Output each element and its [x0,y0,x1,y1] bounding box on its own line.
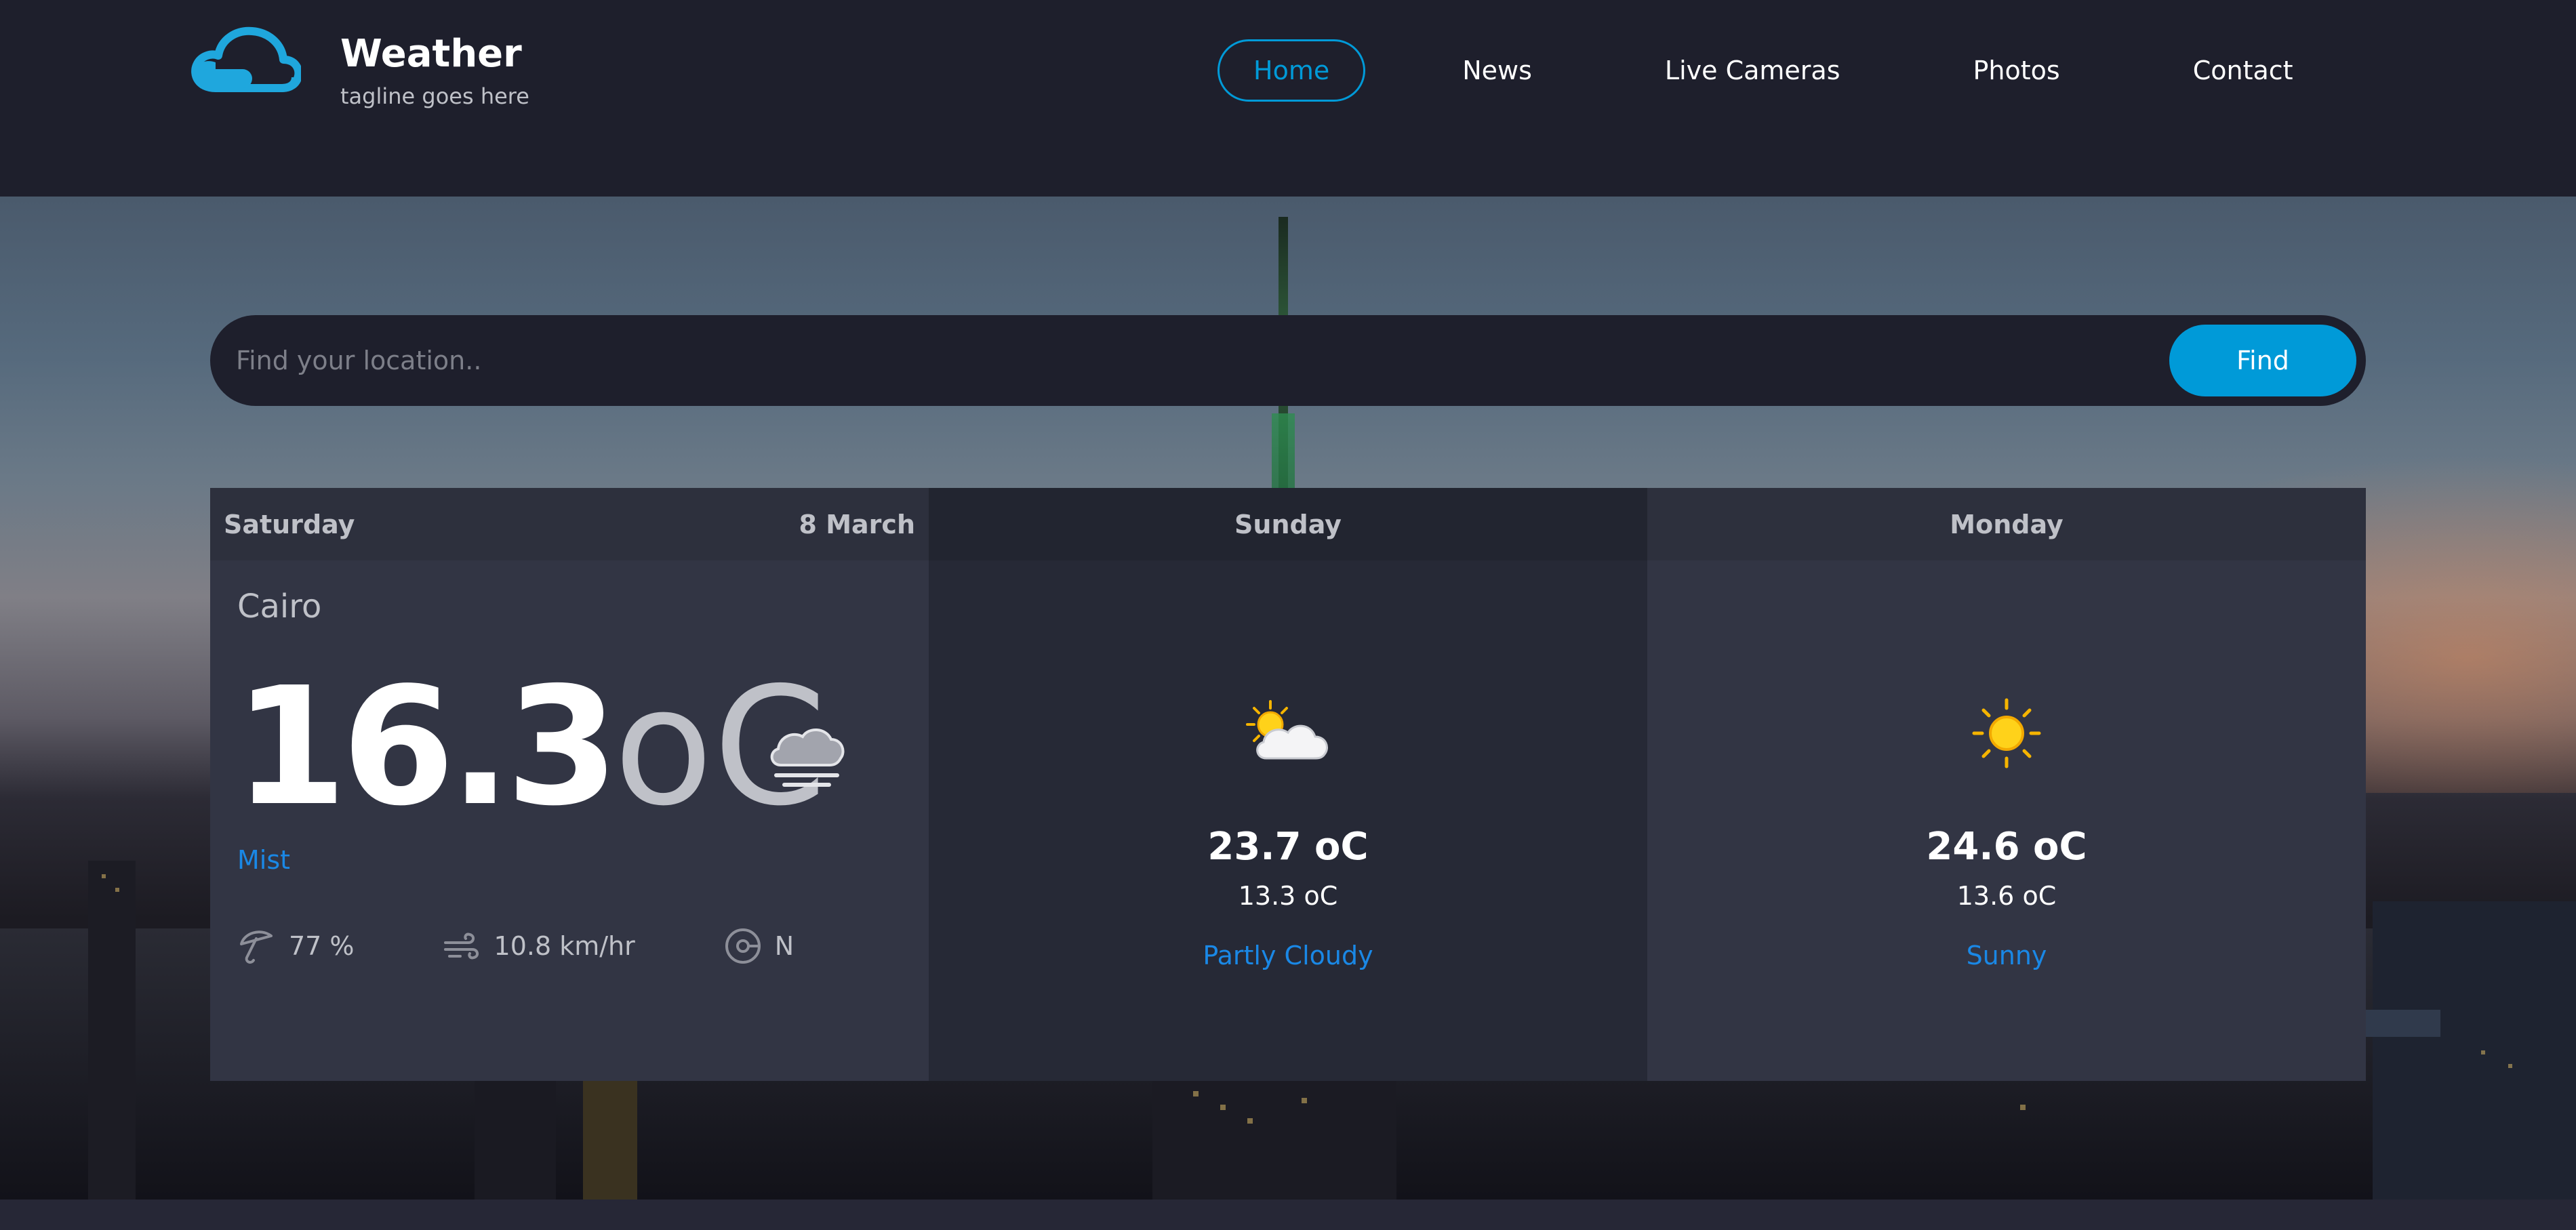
wind-icon [443,932,479,960]
forecast-day: Monday [1950,509,2064,539]
current-temperature: 16.3oC [234,665,827,828]
brand-title: Weather [340,32,522,76]
compass-icon [725,928,761,964]
search-bar: Find [210,315,2366,406]
footer-strip [0,1200,2576,1230]
umbrella-icon [240,930,273,964]
forecast-description: Partly Cloudy [1203,941,1373,970]
wind-direction-stat: N [723,926,794,966]
forecast-min-temp: 13.6 oC [1956,881,2057,911]
today-description: Mist [237,845,291,875]
nav-item-contact[interactable]: Contact [2157,39,2329,102]
today-stats: 77 % 10.8 km/hr N [237,926,794,966]
partly-cloudy-icon [1246,700,1328,760]
today-card: Saturday 8 March Cairo 16.3oC Mist 77 % … [210,488,929,1081]
forecast-card-monday: Monday 24.6 oC 13.6 oC Sunny [1647,488,2366,1081]
today-date: 8 March [799,509,915,539]
humidity-value: 77 % [289,931,355,961]
forecast-max-temp: 23.7 oC [1207,825,1369,869]
wind-speed-stat: 10.8 km/hr [443,926,635,966]
forecast-description: Sunny [1966,941,2047,970]
today-header: Saturday 8 March [210,488,929,560]
sun-icon [1972,698,2041,768]
forecast-day: Sunday [1234,509,1342,539]
location-search-input[interactable] [210,315,2169,406]
wind-direction-value: N [774,931,794,961]
forecast-day-header: Monday [1647,488,2366,560]
forecast-max-temp: 24.6 oC [1926,825,2087,869]
brand[interactable]: Weather tagline goes here [188,26,529,111]
site-header: Weather tagline goes here Home News Live… [0,0,2576,197]
main-nav: Home News Live Cameras Photos Contact [1217,38,2329,103]
today-day: Saturday [224,509,355,539]
nav-item-live-cameras[interactable]: Live Cameras [1629,39,1876,102]
find-button[interactable]: Find [2169,325,2356,396]
brand-tagline: tagline goes here [340,83,529,109]
forecast-card-sunday: Sunday 23.7 oC 13.3 oC Partly Cloudy [929,488,1647,1081]
forecast-day-header: Sunday [929,488,1647,560]
forecast-min-temp: 13.3 oC [1238,881,1338,911]
city-name: Cairo [237,588,322,626]
temperature-value: 16.3 [234,652,619,842]
mist-icon [770,729,845,787]
nav-item-home[interactable]: Home [1217,39,1366,102]
cloud-icon [191,26,301,92]
forecast-table: Saturday 8 March Cairo 16.3oC Mist 77 % … [210,488,2366,1081]
nav-item-photos[interactable]: Photos [1937,39,2096,102]
nav-item-news[interactable]: News [1426,39,1568,102]
humidity-stat: 77 % [237,926,355,966]
wind-speed-value: 10.8 km/hr [494,931,635,961]
